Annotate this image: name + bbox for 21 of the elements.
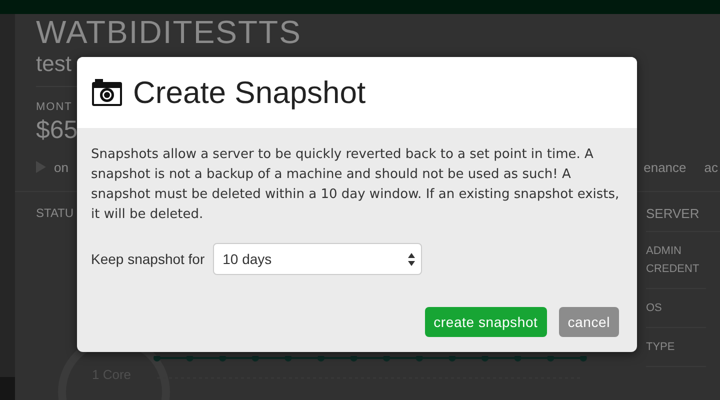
server-heading: SERVER	[646, 206, 720, 232]
server-title: WATBIDITESTTS	[36, 14, 302, 50]
stepper-arrows-icon	[408, 252, 415, 266]
server-subtitle: test	[36, 52, 72, 76]
stat-value: $65	[36, 115, 78, 146]
server-field-label: OS	[646, 289, 706, 328]
dialog-title: Create Snapshot	[133, 74, 366, 110]
cancel-button[interactable]: cancel	[558, 307, 619, 337]
sidebar-footer-block	[0, 377, 15, 400]
create-snapshot-button[interactable]: create snapshot	[424, 307, 547, 337]
keep-label: Keep snapshot for	[91, 251, 205, 267]
server-field-label: TYPE	[646, 328, 706, 367]
action-link[interactable]: ac	[704, 160, 718, 174]
server-field-label: ADMIN CREDENT	[646, 232, 706, 289]
action-link[interactable]: on	[54, 160, 68, 174]
keep-duration-select[interactable]: 10 days	[212, 243, 422, 275]
status-heading: STATU	[36, 206, 74, 220]
snapshot-description: Snapshots allow a server to be quickly reverted back to a set point in time. A snapshot is not a backup of a machine and should not be used as such! A snapshot must be deleted within a 10 day window. If an existing snapshot exists, it will be deleted.	[91, 146, 620, 224]
stat-label: MONT	[36, 101, 72, 113]
camera-icon	[92, 79, 122, 106]
action-link[interactable]: enance	[644, 160, 686, 174]
